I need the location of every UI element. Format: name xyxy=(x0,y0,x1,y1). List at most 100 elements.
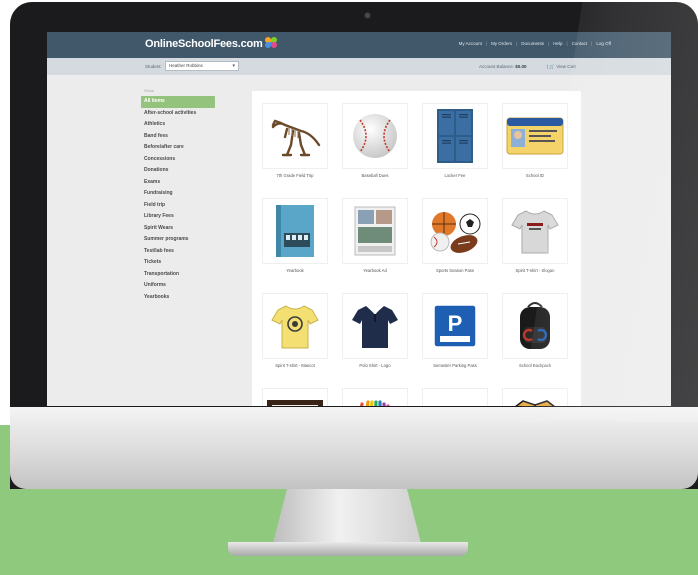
diploma-frame-icon xyxy=(267,400,323,406)
account-balance-value: $0.00 xyxy=(515,64,527,69)
student-select-value: Heather Robbins xyxy=(169,63,203,68)
product-image xyxy=(502,103,568,169)
sidebar-item-fundraising[interactable]: Fundraising xyxy=(141,188,215,200)
monitor-stand xyxy=(272,489,422,547)
sidebar-item-exams[interactable]: Exams xyxy=(141,177,215,189)
yearbook-ad-icon xyxy=(354,206,396,256)
student-label: Student: xyxy=(145,64,162,69)
product-image xyxy=(422,103,488,169)
sidebar-item-donations[interactable]: Donations xyxy=(141,165,215,177)
product-label: Yearbook Ad xyxy=(363,268,387,273)
product-card[interactable]: Yearbook xyxy=(262,198,328,273)
nav-separator: | xyxy=(566,41,568,46)
nav-separator: | xyxy=(516,41,518,46)
nav-my-account[interactable]: My Account xyxy=(459,41,482,46)
polo-shirt-icon xyxy=(352,305,398,348)
category-sidebar: Show All items After-school activities A… xyxy=(141,88,215,303)
product-card[interactable]: School Backpack xyxy=(502,293,568,368)
product-image xyxy=(262,388,328,406)
product-image: P xyxy=(422,293,488,359)
sidebar-item-spirit-wears[interactable]: Spirit Wears xyxy=(141,223,215,235)
sidebar-item-test-lab-fees[interactable]: Test/lab fees xyxy=(141,246,215,258)
product-label: Baseball Dues xyxy=(361,173,389,178)
product-image xyxy=(342,293,408,359)
product-label: Polo Shirt - Logo xyxy=(359,363,391,368)
sidebar-item-summer-programs[interactable]: Summer programs xyxy=(141,234,215,246)
sidebar-item-all-items[interactable]: All items xyxy=(141,96,215,108)
product-label: Sports Season Pass xyxy=(436,268,474,273)
product-card[interactable]: Locker Fee xyxy=(422,103,488,178)
view-cart-link[interactable]: | 🛒 View Cart xyxy=(547,64,576,70)
tshirt-yellow-icon xyxy=(271,305,319,349)
logo-icon xyxy=(264,37,278,48)
yearbook-icon xyxy=(276,205,314,257)
svg-text:P: P xyxy=(448,311,463,336)
sidebar-item-concessions[interactable]: Concessions xyxy=(141,154,215,166)
product-grid: 7th Grade Field Trip Baseball Dues Locke… xyxy=(262,103,568,406)
view-cart-label: View Cart xyxy=(556,64,576,69)
product-label: Locker Fee xyxy=(444,173,466,178)
screen: OnlineSchoolFees.com My Account | My Orde… xyxy=(47,32,671,406)
scene: OnlineSchoolFees.com My Account | My Orde… xyxy=(0,0,698,575)
sidebar-item-band-fees[interactable]: Band fees xyxy=(141,131,215,143)
monitor-chin xyxy=(10,407,698,489)
product-card[interactable]: Sports Season Pass xyxy=(422,198,488,273)
monitor-stand-base xyxy=(228,542,468,556)
dinosaur-icon xyxy=(271,119,321,157)
parking-sign-icon: P xyxy=(433,304,477,348)
sidebar-item-tickets[interactable]: Tickets xyxy=(141,257,215,269)
sidebar-item-uniforms[interactable]: Uniforms xyxy=(141,280,215,292)
product-image xyxy=(422,388,488,406)
sidebar-item-library-fees[interactable]: Library Fees xyxy=(141,211,215,223)
tshirt-gray-icon xyxy=(511,210,559,254)
nav-separator: | xyxy=(485,41,488,46)
camera-icon xyxy=(364,12,371,19)
product-card[interactable]: Spirit T-shirt - Mascot xyxy=(262,293,328,368)
product-card[interactable] xyxy=(422,388,488,406)
account-balance-label: Account Balance: xyxy=(479,64,515,69)
nav-help[interactable]: Help xyxy=(553,41,562,46)
baseball-icon xyxy=(353,114,397,158)
student-select[interactable]: Heather Robbins ▾ xyxy=(165,61,239,71)
product-image xyxy=(262,103,328,169)
nav-contact[interactable]: Contact xyxy=(572,41,588,46)
product-image xyxy=(262,198,328,264)
product-card[interactable]: Yearbook Ad xyxy=(342,198,408,273)
product-card[interactable] xyxy=(502,388,568,406)
student-bar: Student: Heather Robbins ▾ Account Balan… xyxy=(47,58,671,75)
logo-text: OnlineSchoolFees.com xyxy=(145,38,263,50)
nav-my-orders[interactable]: My Orders xyxy=(491,41,512,46)
nav-log-off[interactable]: Log Off xyxy=(596,41,611,46)
locker-icon xyxy=(437,109,473,163)
sidebar-item-field-trip[interactable]: Field trip xyxy=(141,200,215,212)
product-label: Spirit T-shirt - Mascot xyxy=(275,363,315,368)
product-card[interactable] xyxy=(262,388,328,406)
product-card[interactable]: Spirit T-shirt - Slogan xyxy=(502,198,568,273)
sports-balls-icon xyxy=(430,212,481,253)
product-label: School ID xyxy=(525,173,545,178)
product-card[interactable]: School ID xyxy=(502,103,568,178)
sidebar-item-before-after-care[interactable]: Before/after care xyxy=(141,142,215,154)
nav-separator: | xyxy=(591,41,593,46)
product-image xyxy=(262,293,328,359)
sidebar-title: Show xyxy=(144,88,155,93)
trumpet-icon xyxy=(425,401,485,406)
product-card[interactable]: P Semester Parking Pass xyxy=(422,293,488,368)
product-image xyxy=(342,103,408,169)
site-logo[interactable]: OnlineSchoolFees.com xyxy=(145,37,278,50)
sidebar-item-yearbooks[interactable]: Yearbooks xyxy=(141,292,215,304)
sidebar-item-transportation[interactable]: Transportation xyxy=(141,269,215,281)
product-image xyxy=(502,388,568,406)
product-label: Semester Parking Pass xyxy=(433,363,477,368)
sidebar-item-after-school[interactable]: After-school activities xyxy=(141,108,215,120)
product-card[interactable]: Baseball Dues xyxy=(342,103,408,178)
product-image xyxy=(502,198,568,264)
sidebar-item-athletics[interactable]: Athletics xyxy=(141,119,215,131)
product-image xyxy=(342,198,408,264)
nav-documents[interactable]: Documents xyxy=(521,41,544,46)
site-header: OnlineSchoolFees.com My Account | My Orde… xyxy=(47,32,671,58)
product-card[interactable] xyxy=(342,388,408,406)
tiger-mascot-icon xyxy=(515,400,555,406)
product-card[interactable]: 7th Grade Field Trip xyxy=(262,103,328,178)
product-card[interactable]: Polo Shirt - Logo xyxy=(342,293,408,368)
